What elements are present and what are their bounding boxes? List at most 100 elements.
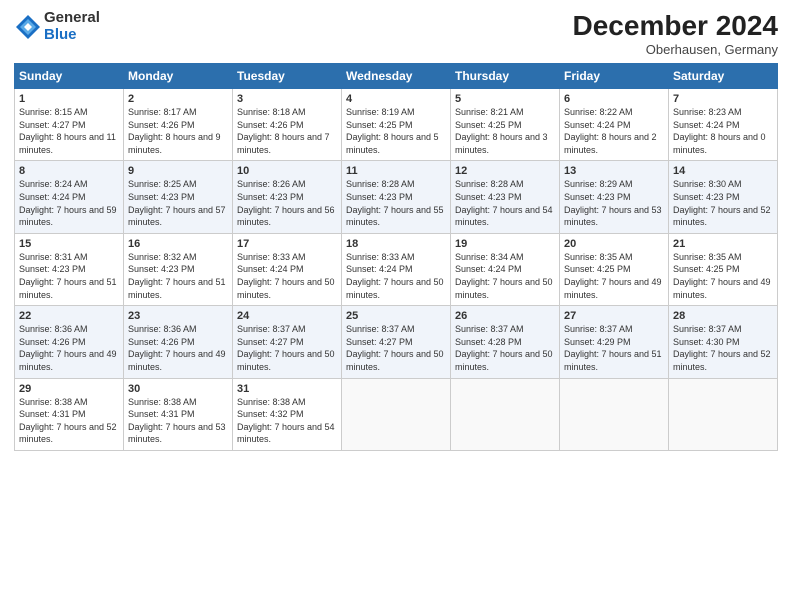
- day-number: 10: [237, 165, 337, 177]
- calendar-cell: 10 Sunrise: 8:26 AMSunset: 4:23 PMDayligh…: [233, 161, 342, 233]
- day-info: Sunrise: 8:37 AMSunset: 4:28 PMDaylight:…: [455, 324, 553, 372]
- day-info: Sunrise: 8:24 AMSunset: 4:24 PMDaylight:…: [19, 179, 117, 227]
- main-title: December 2024: [573, 10, 778, 42]
- day-number: 1: [19, 93, 119, 105]
- weekday-row: Sunday Monday Tuesday Wednesday Thursday…: [15, 64, 778, 89]
- calendar-cell: 15 Sunrise: 8:31 AMSunset: 4:23 PMDayligh…: [15, 233, 124, 305]
- day-number: 4: [346, 93, 446, 105]
- day-info: Sunrise: 8:33 AMSunset: 4:24 PMDaylight:…: [346, 252, 444, 300]
- logo-blue: Blue: [44, 27, 100, 44]
- day-info: Sunrise: 8:23 AMSunset: 4:24 PMDaylight:…: [673, 107, 766, 155]
- day-number: 5: [455, 93, 555, 105]
- day-info: Sunrise: 8:31 AMSunset: 4:23 PMDaylight:…: [19, 252, 117, 300]
- day-info: Sunrise: 8:37 AMSunset: 4:27 PMDaylight:…: [346, 324, 444, 372]
- day-number: 22: [19, 310, 119, 322]
- day-info: Sunrise: 8:32 AMSunset: 4:23 PMDaylight:…: [128, 252, 226, 300]
- day-info: Sunrise: 8:17 AMSunset: 4:26 PMDaylight:…: [128, 107, 221, 155]
- day-info: Sunrise: 8:19 AMSunset: 4:25 PMDaylight:…: [346, 107, 439, 155]
- day-number: 24: [237, 310, 337, 322]
- calendar-cell: 1Sunrise: 8:15 AMSunset: 4:27 PMDaylight…: [15, 89, 124, 161]
- logo: General Blue: [14, 10, 100, 43]
- calendar-cell: 13 Sunrise: 8:29 AMSunset: 4:23 PMDayligh…: [560, 161, 669, 233]
- week-row-3: 22 Sunrise: 8:36 AMSunset: 4:26 PMDayligh…: [15, 306, 778, 378]
- calendar-cell: 14 Sunrise: 8:30 AMSunset: 4:23 PMDayligh…: [669, 161, 778, 233]
- calendar-cell: [669, 378, 778, 450]
- calendar-cell: 5 Sunrise: 8:21 AMSunset: 4:25 PMDaylight…: [451, 89, 560, 161]
- day-number: 21: [673, 238, 773, 250]
- weekday-tuesday: Tuesday: [233, 64, 342, 89]
- day-number: 15: [19, 238, 119, 250]
- day-info: Sunrise: 8:33 AMSunset: 4:24 PMDaylight:…: [237, 252, 335, 300]
- calendar-cell: 17 Sunrise: 8:33 AMSunset: 4:24 PMDayligh…: [233, 233, 342, 305]
- calendar-cell: 4 Sunrise: 8:19 AMSunset: 4:25 PMDaylight…: [342, 89, 451, 161]
- logo-text: General Blue: [44, 10, 100, 43]
- day-info: Sunrise: 8:22 AMSunset: 4:24 PMDaylight:…: [564, 107, 657, 155]
- day-info: Sunrise: 8:26 AMSunset: 4:23 PMDaylight:…: [237, 179, 335, 227]
- weekday-monday: Monday: [124, 64, 233, 89]
- calendar-cell: 20 Sunrise: 8:35 AMSunset: 4:25 PMDayligh…: [560, 233, 669, 305]
- day-number: 3: [237, 93, 337, 105]
- day-number: 25: [346, 310, 446, 322]
- calendar-cell: 7 Sunrise: 8:23 AMSunset: 4:24 PMDaylight…: [669, 89, 778, 161]
- day-info: Sunrise: 8:35 AMSunset: 4:25 PMDaylight:…: [564, 252, 662, 300]
- day-number: 11: [346, 165, 446, 177]
- calendar-cell: [560, 378, 669, 450]
- day-number: 18: [346, 238, 446, 250]
- day-info: Sunrise: 8:30 AMSunset: 4:23 PMDaylight:…: [673, 179, 771, 227]
- day-number: 14: [673, 165, 773, 177]
- calendar-cell: 27 Sunrise: 8:37 AMSunset: 4:29 PMDayligh…: [560, 306, 669, 378]
- day-info: Sunrise: 8:34 AMSunset: 4:24 PMDaylight:…: [455, 252, 553, 300]
- week-row-2: 15 Sunrise: 8:31 AMSunset: 4:23 PMDayligh…: [15, 233, 778, 305]
- day-number: 9: [128, 165, 228, 177]
- day-info: Sunrise: 8:35 AMSunset: 4:25 PMDaylight:…: [673, 252, 771, 300]
- calendar-cell: [342, 378, 451, 450]
- day-info: Sunrise: 8:36 AMSunset: 4:26 PMDaylight:…: [19, 324, 117, 372]
- calendar-cell: 24Sunrise: 8:37 AMSunset: 4:27 PMDayligh…: [233, 306, 342, 378]
- day-number: 20: [564, 238, 664, 250]
- weekday-wednesday: Wednesday: [342, 64, 451, 89]
- calendar-cell: 12 Sunrise: 8:28 AMSunset: 4:23 PMDayligh…: [451, 161, 560, 233]
- calendar-cell: 9 Sunrise: 8:25 AMSunset: 4:23 PMDaylight…: [124, 161, 233, 233]
- logo-general: General: [44, 10, 100, 27]
- calendar-table: Sunday Monday Tuesday Wednesday Thursday…: [14, 63, 778, 451]
- day-info: Sunrise: 8:37 AMSunset: 4:29 PMDaylight:…: [564, 324, 662, 372]
- day-info: Sunrise: 8:21 AMSunset: 4:25 PMDaylight:…: [455, 107, 548, 155]
- calendar-cell: 8Sunrise: 8:24 AMSunset: 4:24 PMDaylight…: [15, 161, 124, 233]
- day-number: 13: [564, 165, 664, 177]
- calendar-cell: [451, 378, 560, 450]
- day-number: 17: [237, 238, 337, 250]
- day-info: Sunrise: 8:29 AMSunset: 4:23 PMDaylight:…: [564, 179, 662, 227]
- week-row-0: 1Sunrise: 8:15 AMSunset: 4:27 PMDaylight…: [15, 89, 778, 161]
- day-info: Sunrise: 8:38 AMSunset: 4:32 PMDaylight:…: [237, 397, 335, 445]
- page: General Blue December 2024 Oberhausen, G…: [0, 0, 792, 612]
- day-info: Sunrise: 8:18 AMSunset: 4:26 PMDaylight:…: [237, 107, 330, 155]
- week-row-1: 8Sunrise: 8:24 AMSunset: 4:24 PMDaylight…: [15, 161, 778, 233]
- logo-icon: [14, 13, 42, 41]
- day-info: Sunrise: 8:28 AMSunset: 4:23 PMDaylight:…: [455, 179, 553, 227]
- weekday-saturday: Saturday: [669, 64, 778, 89]
- day-info: Sunrise: 8:25 AMSunset: 4:23 PMDaylight:…: [128, 179, 226, 227]
- calendar-cell: 6 Sunrise: 8:22 AMSunset: 4:24 PMDaylight…: [560, 89, 669, 161]
- calendar-header: Sunday Monday Tuesday Wednesday Thursday…: [15, 64, 778, 89]
- weekday-sunday: Sunday: [15, 64, 124, 89]
- calendar-cell: 2 Sunrise: 8:17 AMSunset: 4:26 PMDaylight…: [124, 89, 233, 161]
- calendar-cell: 16 Sunrise: 8:32 AMSunset: 4:23 PMDayligh…: [124, 233, 233, 305]
- calendar-cell: 25 Sunrise: 8:37 AMSunset: 4:27 PMDayligh…: [342, 306, 451, 378]
- calendar-cell: 31Sunrise: 8:38 AMSunset: 4:32 PMDayligh…: [233, 378, 342, 450]
- week-row-4: 29 Sunrise: 8:38 AMSunset: 4:31 PMDayligh…: [15, 378, 778, 450]
- day-info: Sunrise: 8:36 AMSunset: 4:26 PMDaylight:…: [128, 324, 226, 372]
- day-number: 27: [564, 310, 664, 322]
- day-number: 6: [564, 93, 664, 105]
- calendar-cell: 18 Sunrise: 8:33 AMSunset: 4:24 PMDayligh…: [342, 233, 451, 305]
- day-number: 29: [19, 383, 119, 395]
- day-number: 2: [128, 93, 228, 105]
- day-info: Sunrise: 8:38 AMSunset: 4:31 PMDaylight:…: [128, 397, 226, 445]
- day-number: 16: [128, 238, 228, 250]
- calendar-cell: 29Sunrise: 8:38 AMSunset: 4:31 PMDayligh…: [15, 378, 124, 450]
- calendar-cell: 30Sunrise: 8:38 AMSunset: 4:31 PMDayligh…: [124, 378, 233, 450]
- calendar-cell: 19Sunrise: 8:34 AMSunset: 4:24 PMDayligh…: [451, 233, 560, 305]
- day-number: 12: [455, 165, 555, 177]
- header: General Blue December 2024 Oberhausen, G…: [14, 10, 778, 57]
- day-number: 7: [673, 93, 773, 105]
- calendar-cell: 28Sunrise: 8:37 AMSunset: 4:30 PMDayligh…: [669, 306, 778, 378]
